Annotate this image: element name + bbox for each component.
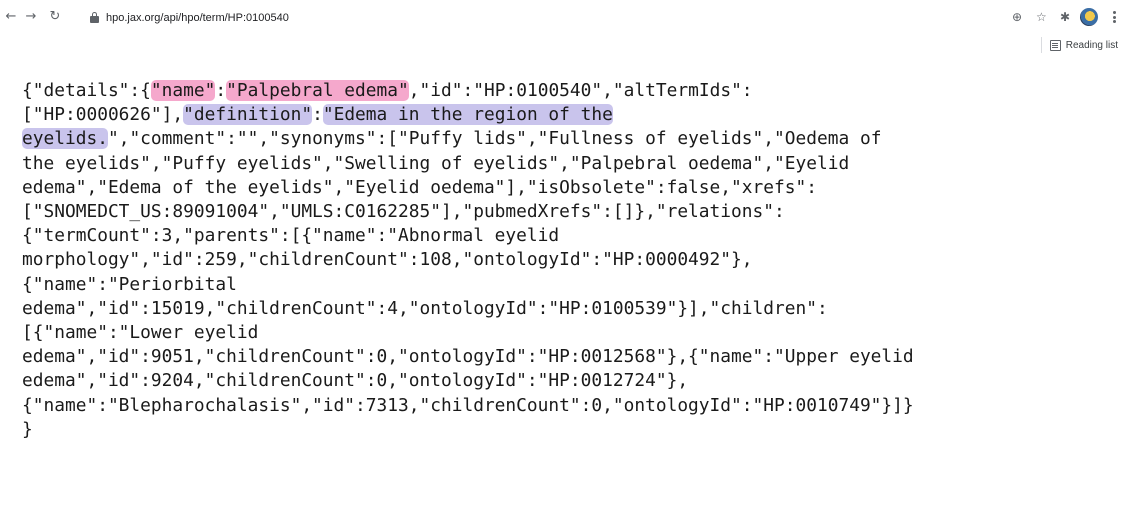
- reload-icon[interactable]: ↻: [48, 10, 62, 24]
- reading-list-label: Reading list: [1065, 39, 1118, 51]
- json-line: edema","Edema of the eyelids","Eyelid oe…: [22, 176, 1117, 200]
- highlighted-text: "name": [150, 80, 216, 101]
- json-text: {"details":{: [22, 80, 151, 101]
- json-text: }: [22, 418, 33, 440]
- json-line: {"termCount":3,"parents":[{"name":"Abnor…: [22, 224, 1117, 248]
- toolbar-actions: ⊕ ☆ ✱: [1012, 8, 1122, 30]
- json-text: [{"name":"Lower eyelid: [22, 322, 259, 344]
- json-text: edema","id":9051,"childrenCount":0,"onto…: [22, 346, 914, 368]
- json-text: :: [215, 80, 227, 101]
- highlighted-text: "definition": [183, 104, 313, 126]
- json-line: edema","id":15019,"childrenCount":4,"ont…: [22, 297, 1117, 321]
- json-text: :: [312, 104, 323, 126]
- json-line: }: [22, 418, 1117, 442]
- menu-icon[interactable]: [1113, 11, 1116, 23]
- json-text: edema","Edema of the eyelids","Eyelid oe…: [22, 176, 817, 198]
- json-line: {"details":{"name":"Palpebral edema","id…: [22, 79, 1117, 103]
- json-line: {"name":"Periorbital: [22, 273, 1117, 297]
- json-response-body: {"details":{"name":"Palpebral edema","id…: [22, 79, 1117, 442]
- json-text: ","comment":"","synonyms":["Puffy lids",…: [107, 128, 882, 150]
- lock-icon[interactable]: [90, 12, 99, 23]
- json-text: {"termCount":3,"parents":[{"name":"Abnor…: [22, 225, 560, 247]
- browser-toolbar: ← → ↻ hpo.jax.org/api/hpo/term/HP:010054…: [0, 0, 1122, 36]
- json-line: ["SNOMEDCT_US:89091004","UMLS:C0162285"]…: [22, 200, 1117, 224]
- json-line: the eyelids","Puffy eyelids","Swelling o…: [22, 152, 1117, 176]
- json-line: morphology","id":259,"childrenCount":108…: [22, 248, 1117, 272]
- highlighted-text: "Edema in the region of the: [322, 104, 613, 126]
- reading-list-icon: [1049, 39, 1061, 51]
- json-line: eyelids.","comment":"","synonyms":["Puff…: [22, 127, 1117, 151]
- bookmarks-bar: Reading list: [0, 36, 1122, 56]
- profile-avatar[interactable]: [1080, 8, 1098, 26]
- forward-icon[interactable]: →: [24, 10, 38, 24]
- address-bar[interactable]: hpo.jax.org/api/hpo/term/HP:0100540: [90, 8, 1010, 30]
- back-icon[interactable]: ←: [4, 10, 18, 24]
- json-line: edema","id":9051,"childrenCount":0,"onto…: [22, 345, 1117, 369]
- json-text: morphology","id":259,"childrenCount":108…: [22, 249, 753, 271]
- json-line: edema","id":9204,"childrenCount":0,"onto…: [22, 369, 1117, 393]
- json-line: {"name":"Blepharochalasis","id":7313,"ch…: [22, 394, 1117, 418]
- json-text: edema","id":15019,"childrenCount":4,"ont…: [22, 297, 828, 319]
- json-text: ,"id":"HP:0100540","altTermIds":: [408, 80, 753, 101]
- url-text[interactable]: hpo.jax.org/api/hpo/term/HP:0100540: [106, 11, 289, 25]
- json-text: ["SNOMEDCT_US:89091004","UMLS:C0162285"]…: [22, 201, 785, 223]
- json-text: the eyelids","Puffy eyelids","Swelling o…: [22, 152, 850, 174]
- zoom-icon[interactable]: ⊕: [1012, 10, 1022, 24]
- json-text: {"name":"Periorbital: [22, 273, 237, 295]
- star-icon[interactable]: ☆: [1036, 10, 1047, 24]
- highlighted-text: eyelids.: [22, 128, 108, 150]
- reading-list-button[interactable]: Reading list: [1040, 37, 1118, 53]
- json-line: [{"name":"Lower eyelid: [22, 321, 1117, 345]
- json-text: ["HP:0000626"],: [22, 104, 184, 126]
- json-text: {"name":"Blepharochalasis","id":7313,"ch…: [22, 394, 914, 416]
- json-line: ["HP:0000626"],"definition":"Edema in th…: [22, 103, 1117, 127]
- highlighted-text: "Palpebral edema": [226, 80, 409, 101]
- extensions-icon[interactable]: ✱: [1060, 10, 1070, 24]
- json-text: edema","id":9204,"childrenCount":0,"onto…: [22, 370, 689, 392]
